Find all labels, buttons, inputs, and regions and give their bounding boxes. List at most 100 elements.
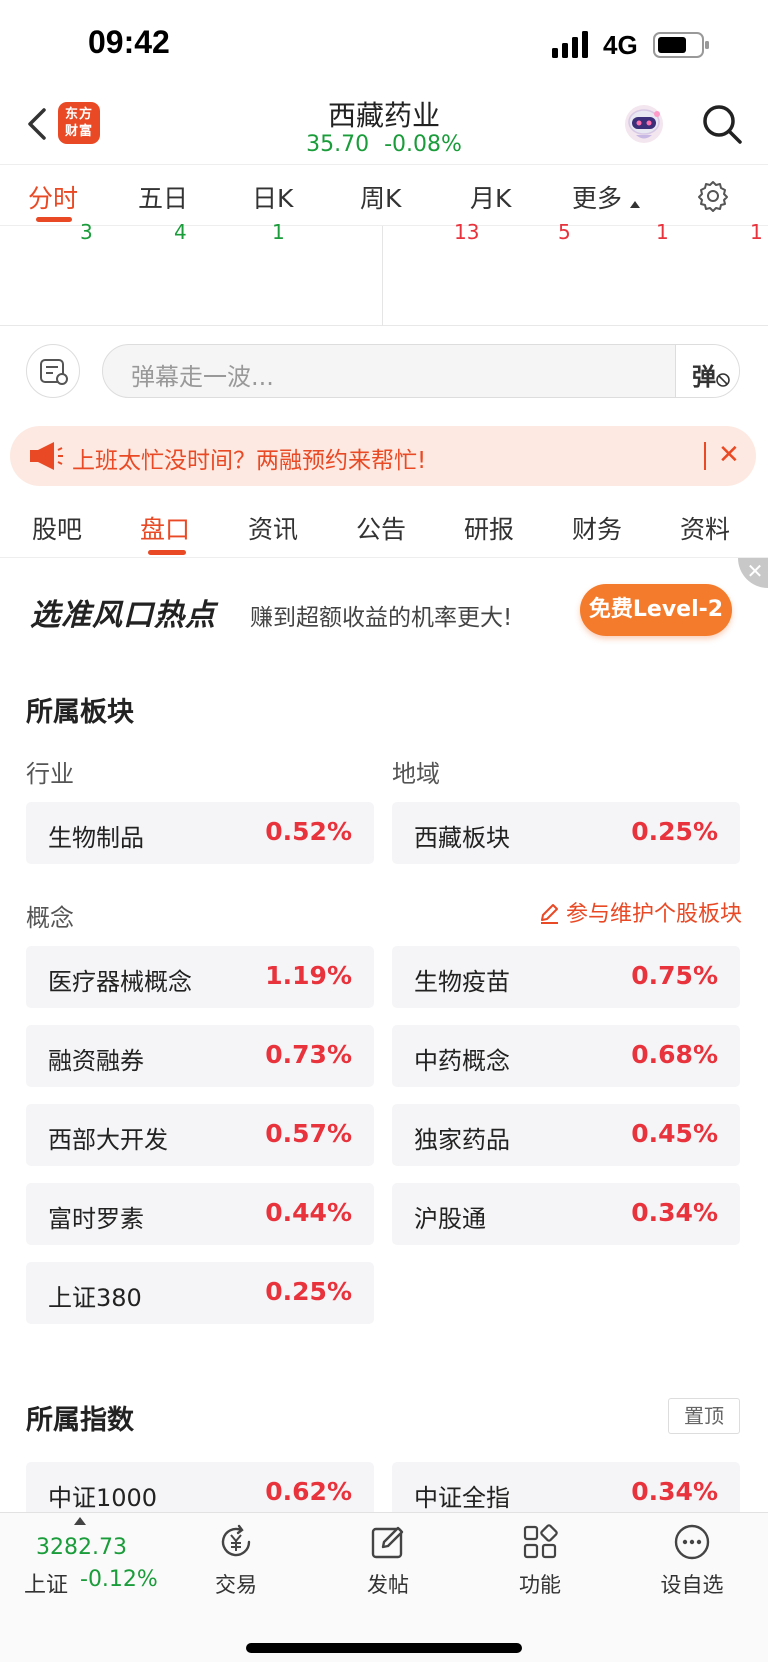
concept-card[interactable]: 独家药品 0.45% — [392, 1104, 740, 1166]
concept-card[interactable]: 中药概念 0.68% — [392, 1025, 740, 1087]
trade-count: 3 — [80, 220, 93, 244]
tab-pankou[interactable]: 盘口 — [140, 510, 190, 546]
ad-slogan: 选准风口热点 — [30, 598, 216, 633]
maintain-sectors-link[interactable]: 参与维护个股板块 — [538, 896, 743, 927]
sector-card-region[interactable]: 西藏板块 0.25% — [392, 802, 740, 864]
active-tab-indicator — [36, 217, 72, 222]
trade-count: 5 — [558, 220, 571, 244]
concept-change: 0.68% — [631, 1040, 718, 1069]
more-icon — [674, 1524, 710, 1560]
concept-name: 独家药品 — [414, 1126, 510, 1154]
concept-card[interactable]: 融资融券 0.73% — [26, 1025, 374, 1087]
tab-weekly-k[interactable]: 周K — [360, 179, 401, 215]
danmu-toggle-button[interactable]: 弹 — [675, 345, 739, 397]
concept-change: 1.19% — [265, 961, 352, 990]
network-label: 4G — [603, 30, 638, 60]
danmu-bar: 弹幕走一波... 弹 — [0, 326, 768, 412]
concept-card[interactable]: 沪股通 0.34% — [392, 1183, 740, 1245]
bottom-nav: 3282.73 上证 -0.12% 交易 发帖 功能 设自选 — [0, 1512, 768, 1662]
concept-name: 沪股通 — [414, 1205, 486, 1233]
status-time: 09:42 — [88, 24, 170, 60]
concept-name: 融资融券 — [48, 1047, 144, 1075]
concept-card[interactable]: 西部大开发 0.57% — [26, 1104, 374, 1166]
maintain-link-label: 参与维护个股板块 — [566, 902, 743, 927]
index-name: 中证1000 — [48, 1484, 158, 1512]
section-title-sectors: 所属板块 — [26, 697, 134, 728]
tab-guba[interactable]: 股吧 — [32, 510, 82, 546]
nav-label: 设自选 — [660, 1573, 724, 1597]
stock-price: 35.70 — [306, 132, 370, 157]
pin-top-button[interactable]: 置顶 — [668, 1398, 740, 1434]
concept-change: 0.45% — [631, 1119, 718, 1148]
tab-news[interactable]: 资讯 — [248, 510, 298, 546]
nav-trade[interactable]: 交易 — [186, 1523, 286, 1603]
index-change: 0.62% — [265, 1477, 352, 1506]
concept-card[interactable]: 生物疫苗 0.75% — [392, 946, 740, 1008]
danmu-input[interactable]: 弹幕走一波... 弹 — [102, 344, 740, 398]
concept-change: 0.75% — [631, 961, 718, 990]
tab-finance[interactable]: 财务 — [572, 510, 622, 546]
promo-text: 上班太忙没时间？两融预约来帮忙! — [72, 448, 427, 474]
sector-change: 0.25% — [631, 817, 718, 846]
megaphone-icon — [30, 442, 63, 470]
concept-name: 富时罗素 — [48, 1205, 144, 1233]
concept-name: 中药概念 — [414, 1047, 510, 1075]
free-level2-button[interactable]: 免费Level-2 — [580, 584, 732, 636]
concept-name: 生物疫苗 — [414, 968, 510, 996]
index-change: 0.34% — [631, 1477, 718, 1506]
index-value: 3282.73 — [36, 1535, 127, 1560]
concept-change: 0.44% — [265, 1198, 352, 1227]
trade-detail-panel: 3 4 1 13 5 1 1 — [0, 220, 768, 326]
market-index-widget[interactable]: 3282.73 上证 -0.12% — [20, 1513, 170, 1603]
sector-card-industry[interactable]: 生物制品 0.52% — [26, 802, 374, 864]
concept-card[interactable]: 上证380 0.25% — [26, 1262, 374, 1324]
gear-icon[interactable] — [696, 179, 730, 213]
tab-daily-k[interactable]: 日K — [252, 179, 293, 215]
concept-name: 医疗器械概念 — [48, 968, 192, 996]
nav-functions[interactable]: 功能 — [490, 1523, 590, 1603]
tab-announcements[interactable]: 公告 — [356, 510, 406, 546]
more-dropdown-icon — [630, 201, 640, 208]
danmu-placeholder: 弹幕走一波... — [131, 363, 274, 391]
danmu-list-button[interactable] — [26, 344, 80, 398]
danmu-off-icon — [716, 373, 730, 387]
region-label: 地域 — [392, 760, 440, 788]
nav-watchlist-settings[interactable]: 设自选 — [642, 1523, 742, 1603]
section-title-indices: 所属指数 — [26, 1405, 134, 1436]
battery-icon — [653, 32, 709, 58]
panel-divider — [382, 226, 383, 326]
tab-research[interactable]: 研报 — [464, 510, 514, 546]
close-icon[interactable]: ✕ — [738, 558, 768, 588]
expand-up-icon — [74, 1517, 86, 1525]
edit-icon — [371, 1526, 404, 1559]
margin-promo-banner[interactable]: 上班太忙没时间？两融预约来帮忙! ✕ — [10, 426, 756, 486]
concept-name: 上证380 — [48, 1284, 142, 1312]
stock-header: 东方 财富 西藏药业 35.70 -0.08% — [0, 90, 768, 164]
content-tabs: 股吧 盘口 资讯 公告 研报 财务 资料 — [0, 496, 768, 558]
sector-change: 0.52% — [265, 817, 352, 846]
tab-five-day[interactable]: 五日 — [138, 179, 188, 215]
trade-count: 13 — [454, 220, 480, 244]
nav-label: 发帖 — [367, 1573, 409, 1597]
level2-ad-banner[interactable]: 选准风口热点 赚到超额收益的机率更大! 免费Level-2 ✕ — [0, 558, 768, 662]
index-label: 上证 — [24, 1573, 69, 1598]
search-icon[interactable] — [700, 102, 744, 146]
chart-period-tabs: 分时 五日 日K 周K 月K 更多 — [0, 164, 768, 226]
grid-icon — [523, 1524, 558, 1559]
trade-count: 4 — [174, 220, 187, 244]
promo-divider — [704, 442, 706, 470]
concept-card[interactable]: 医疗器械概念 1.19% — [26, 946, 374, 1008]
robot-assistant-icon[interactable] — [622, 102, 666, 146]
tab-monthly-k[interactable]: 月K — [470, 179, 511, 215]
concept-change: 0.57% — [265, 1119, 352, 1148]
nav-post[interactable]: 发帖 — [338, 1523, 438, 1603]
close-icon[interactable]: ✕ — [718, 440, 746, 472]
status-bar: 09:42 4G — [0, 0, 768, 90]
concept-label: 概念 — [26, 904, 74, 932]
tab-more[interactable]: 更多 — [572, 179, 622, 215]
tab-profile[interactable]: 资料 — [680, 510, 730, 546]
home-indicator[interactable] — [246, 1643, 522, 1653]
tab-intraday[interactable]: 分时 — [28, 179, 78, 215]
trade-count: 1 — [656, 220, 669, 244]
concept-card[interactable]: 富时罗素 0.44% — [26, 1183, 374, 1245]
